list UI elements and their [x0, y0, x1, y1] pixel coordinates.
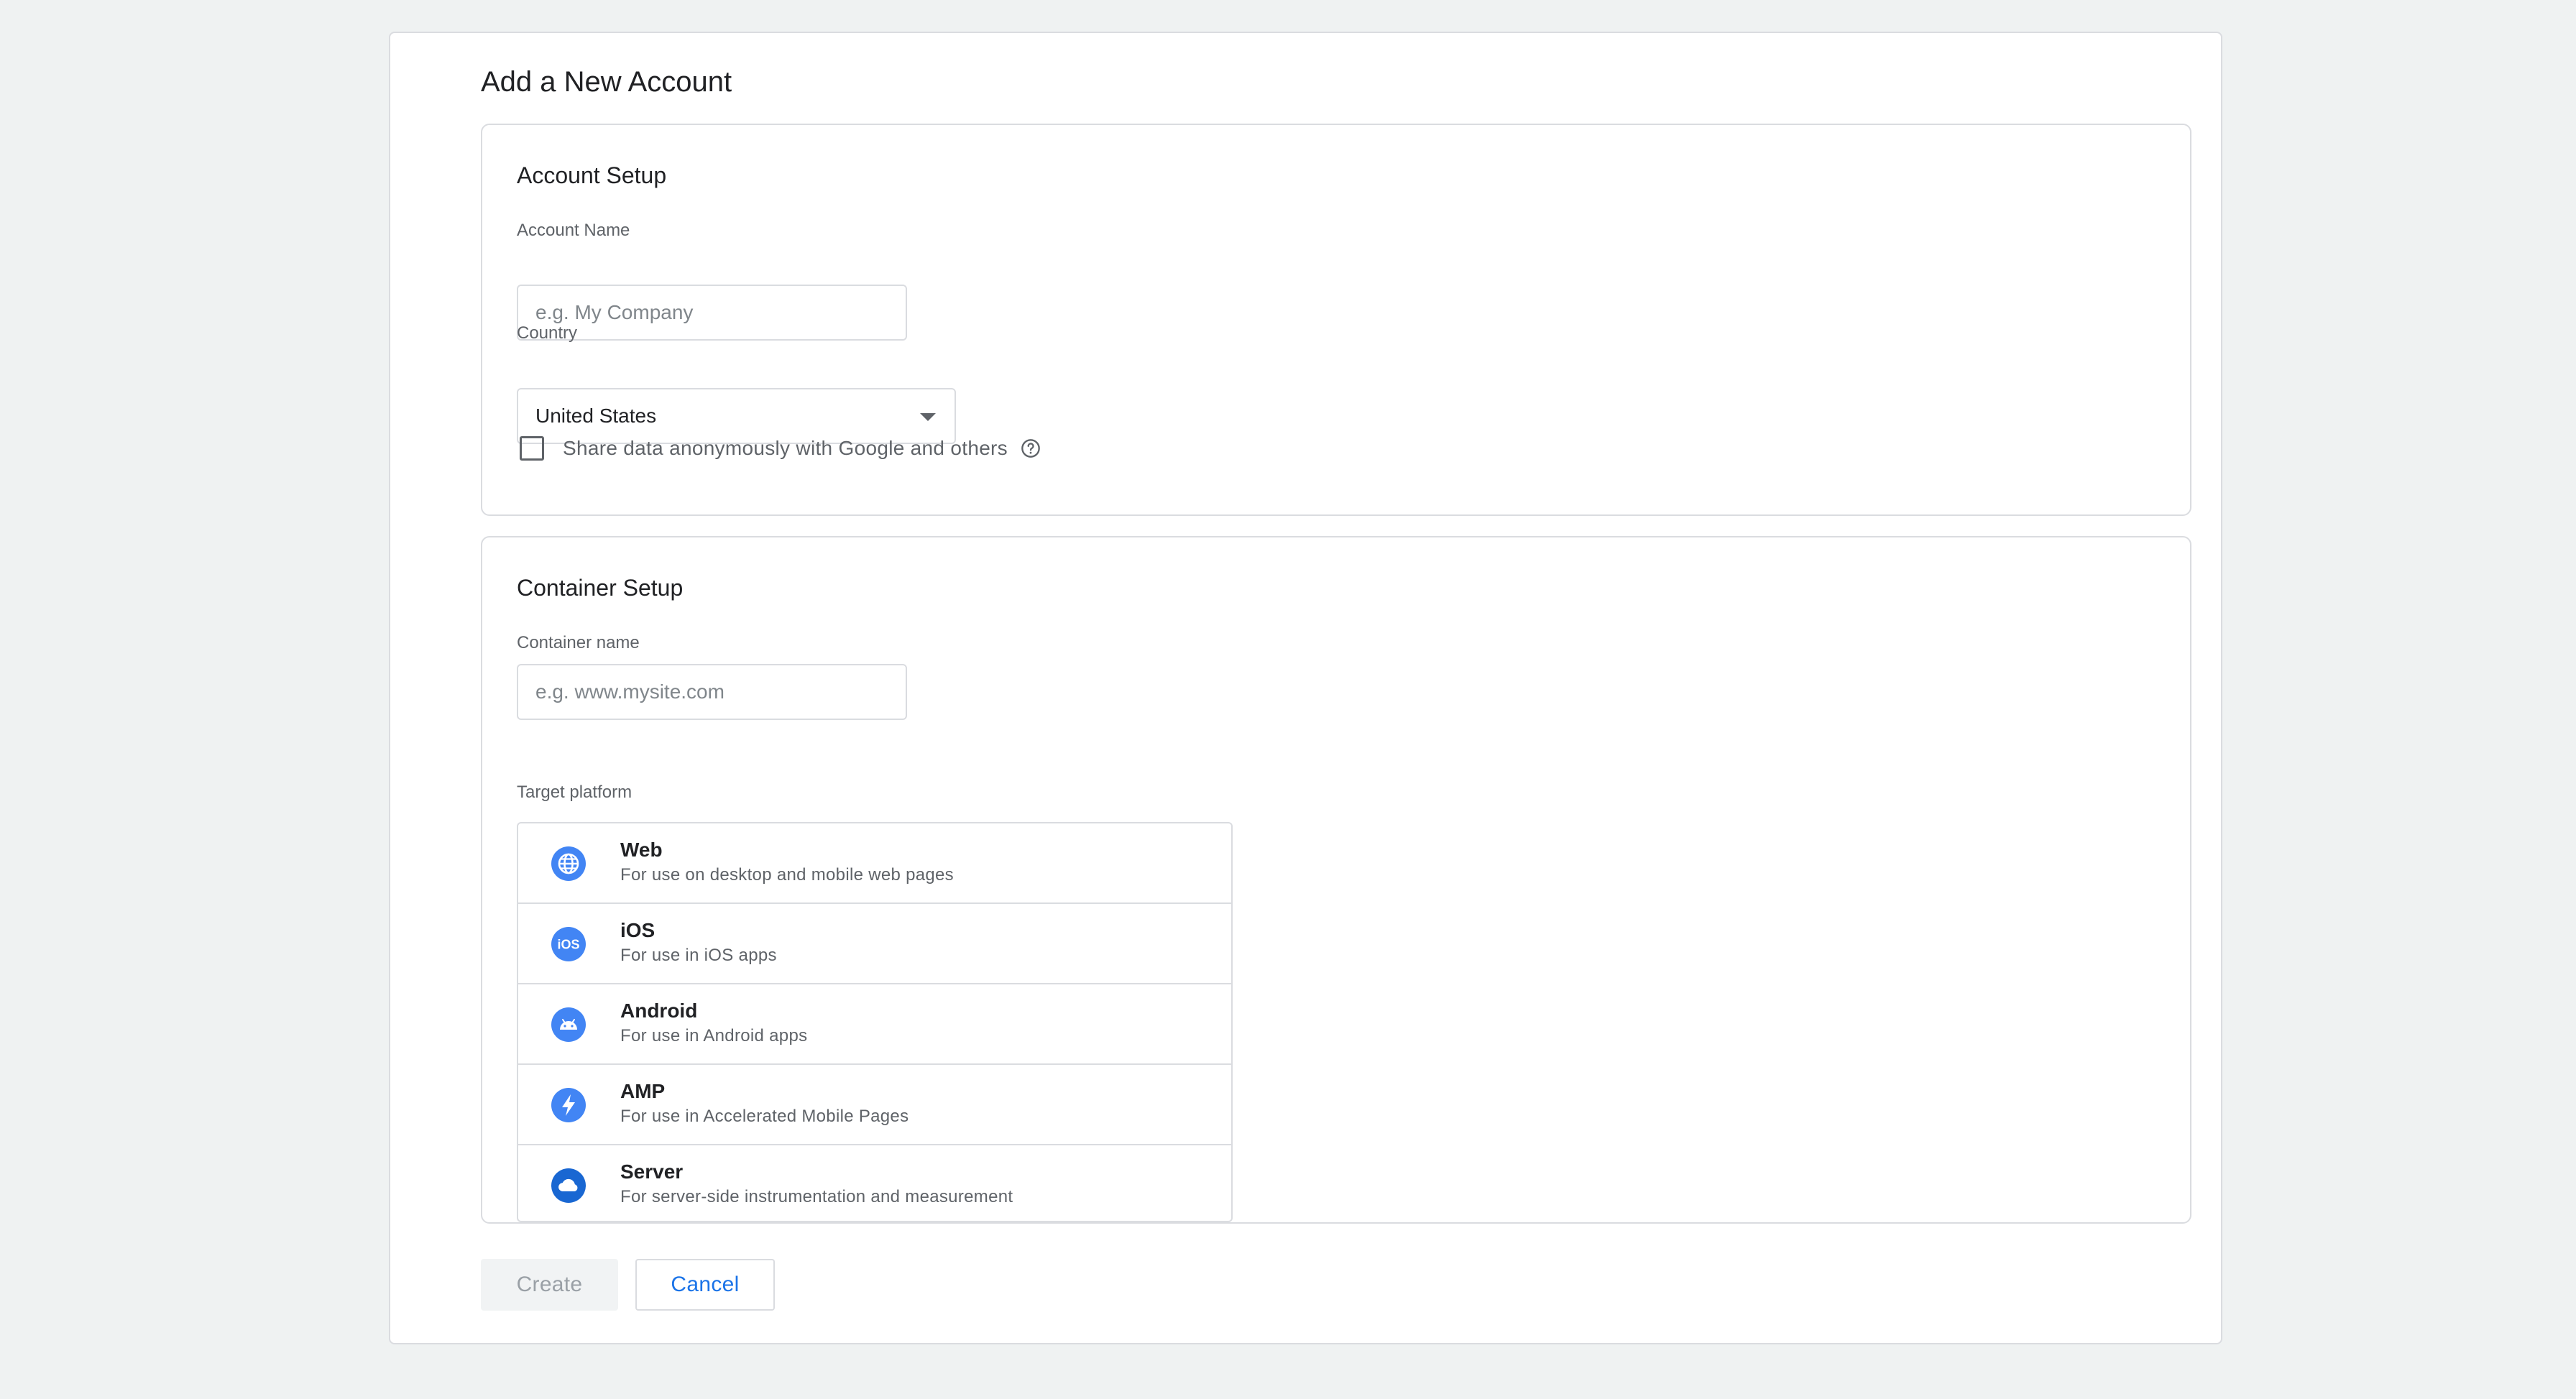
- platform-description: For use in iOS apps: [620, 946, 777, 965]
- platform-description: For use on desktop and mobile web pages: [620, 865, 954, 885]
- country-label: Country: [517, 323, 578, 343]
- page-title: Add a New Account: [481, 66, 732, 98]
- ios-icon: iOS: [551, 927, 586, 961]
- platform-option-web[interactable]: Web For use on desktop and mobile web pa…: [518, 823, 1231, 904]
- account-setup-title: Account Setup: [517, 162, 667, 188]
- platform-name: Android: [620, 999, 698, 1022]
- platform-description: For use in Accelerated Mobile Pages: [620, 1107, 909, 1126]
- new-account-card: Add a New Account Account Setup Account …: [389, 32, 2222, 1344]
- platform-option-server[interactable]: Server For server-side instrumentation a…: [518, 1145, 1231, 1221]
- share-data-label[interactable]: Share data anonymously with Google and o…: [563, 437, 1008, 460]
- container-setup-title: Container Setup: [517, 575, 684, 601]
- account-setup-section: Account Setup Account Name Country Unite…: [481, 124, 2191, 516]
- account-name-label: Account Name: [517, 221, 630, 240]
- container-setup-section: Container Setup Container name Target pl…: [481, 536, 2191, 1224]
- svg-text:iOS: iOS: [557, 938, 579, 952]
- cloud-icon: [551, 1168, 586, 1203]
- platform-option-android[interactable]: Android For use in Android apps: [518, 984, 1231, 1065]
- platform-name: Server: [620, 1160, 684, 1183]
- platform-description: For server-side instrumentation and meas…: [620, 1187, 1013, 1206]
- create-button[interactable]: Create: [481, 1259, 618, 1311]
- platform-name: AMP: [620, 1080, 666, 1102]
- cancel-button[interactable]: Cancel: [635, 1259, 775, 1311]
- target-platform-list: Web For use on desktop and mobile web pa…: [517, 822, 1233, 1222]
- platform-description: For use in Android apps: [620, 1026, 808, 1045]
- container-name-input[interactable]: [517, 664, 907, 720]
- platform-name: iOS: [620, 919, 656, 941]
- platform-option-ios[interactable]: iOS iOS For use in iOS apps: [518, 904, 1231, 984]
- chevron-down-icon: [920, 413, 936, 421]
- amp-bolt-icon: [551, 1088, 586, 1122]
- android-icon: [551, 1007, 586, 1042]
- share-data-row: Share data anonymously with Google and o…: [520, 434, 1041, 463]
- globe-icon: [551, 846, 586, 881]
- platform-name: Web: [620, 839, 663, 861]
- help-icon[interactable]: [1021, 438, 1041, 458]
- container-name-label: Container name: [517, 633, 640, 652]
- share-data-checkbox[interactable]: [520, 436, 544, 461]
- target-platform-label: Target platform: [517, 782, 632, 802]
- platform-option-amp[interactable]: AMP For use in Accelerated Mobile Pages: [518, 1065, 1231, 1145]
